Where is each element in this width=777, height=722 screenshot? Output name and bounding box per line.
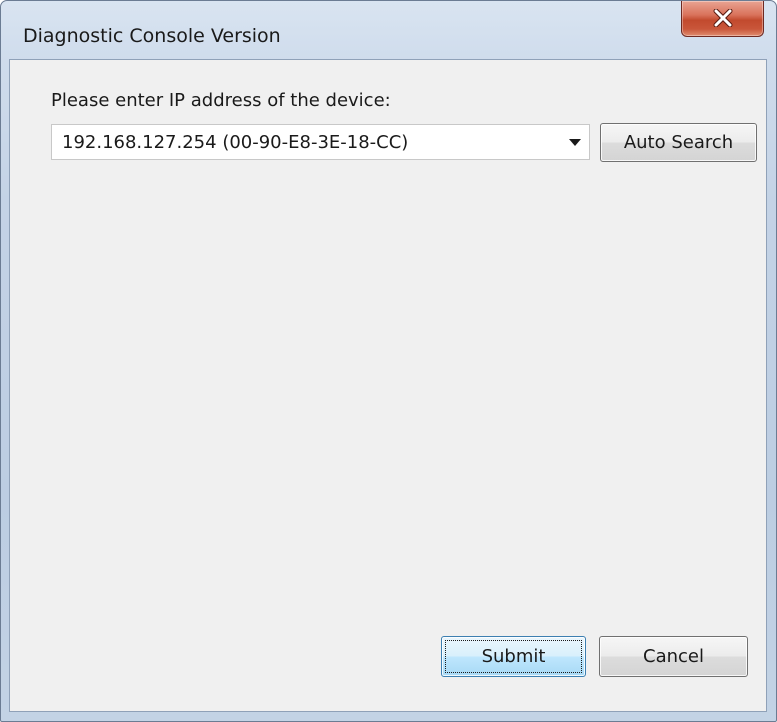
dialog-window: Diagnostic Console Version Please enter …: [0, 0, 777, 722]
close-icon: [713, 9, 733, 27]
close-button[interactable]: [681, 1, 764, 37]
cancel-button[interactable]: Cancel: [599, 636, 748, 677]
dialog-client-area: Please enter IP address of the device: 1…: [9, 59, 767, 712]
title-bar[interactable]: Diagnostic Console Version: [1, 1, 776, 59]
ip-prompt-label: Please enter IP address of the device:: [51, 90, 391, 111]
window-title: Diagnostic Console Version: [23, 25, 281, 47]
chevron-down-icon[interactable]: [569, 139, 581, 146]
ip-address-value[interactable]: 192.168.127.254 (00-90-E8-3E-18-CC): [62, 132, 408, 153]
submit-button-label: Submit: [481, 646, 546, 667]
auto-search-button[interactable]: Auto Search: [600, 123, 757, 162]
submit-button[interactable]: Submit: [441, 636, 586, 677]
ip-address-combobox[interactable]: 192.168.127.254 (00-90-E8-3E-18-CC): [51, 124, 590, 160]
